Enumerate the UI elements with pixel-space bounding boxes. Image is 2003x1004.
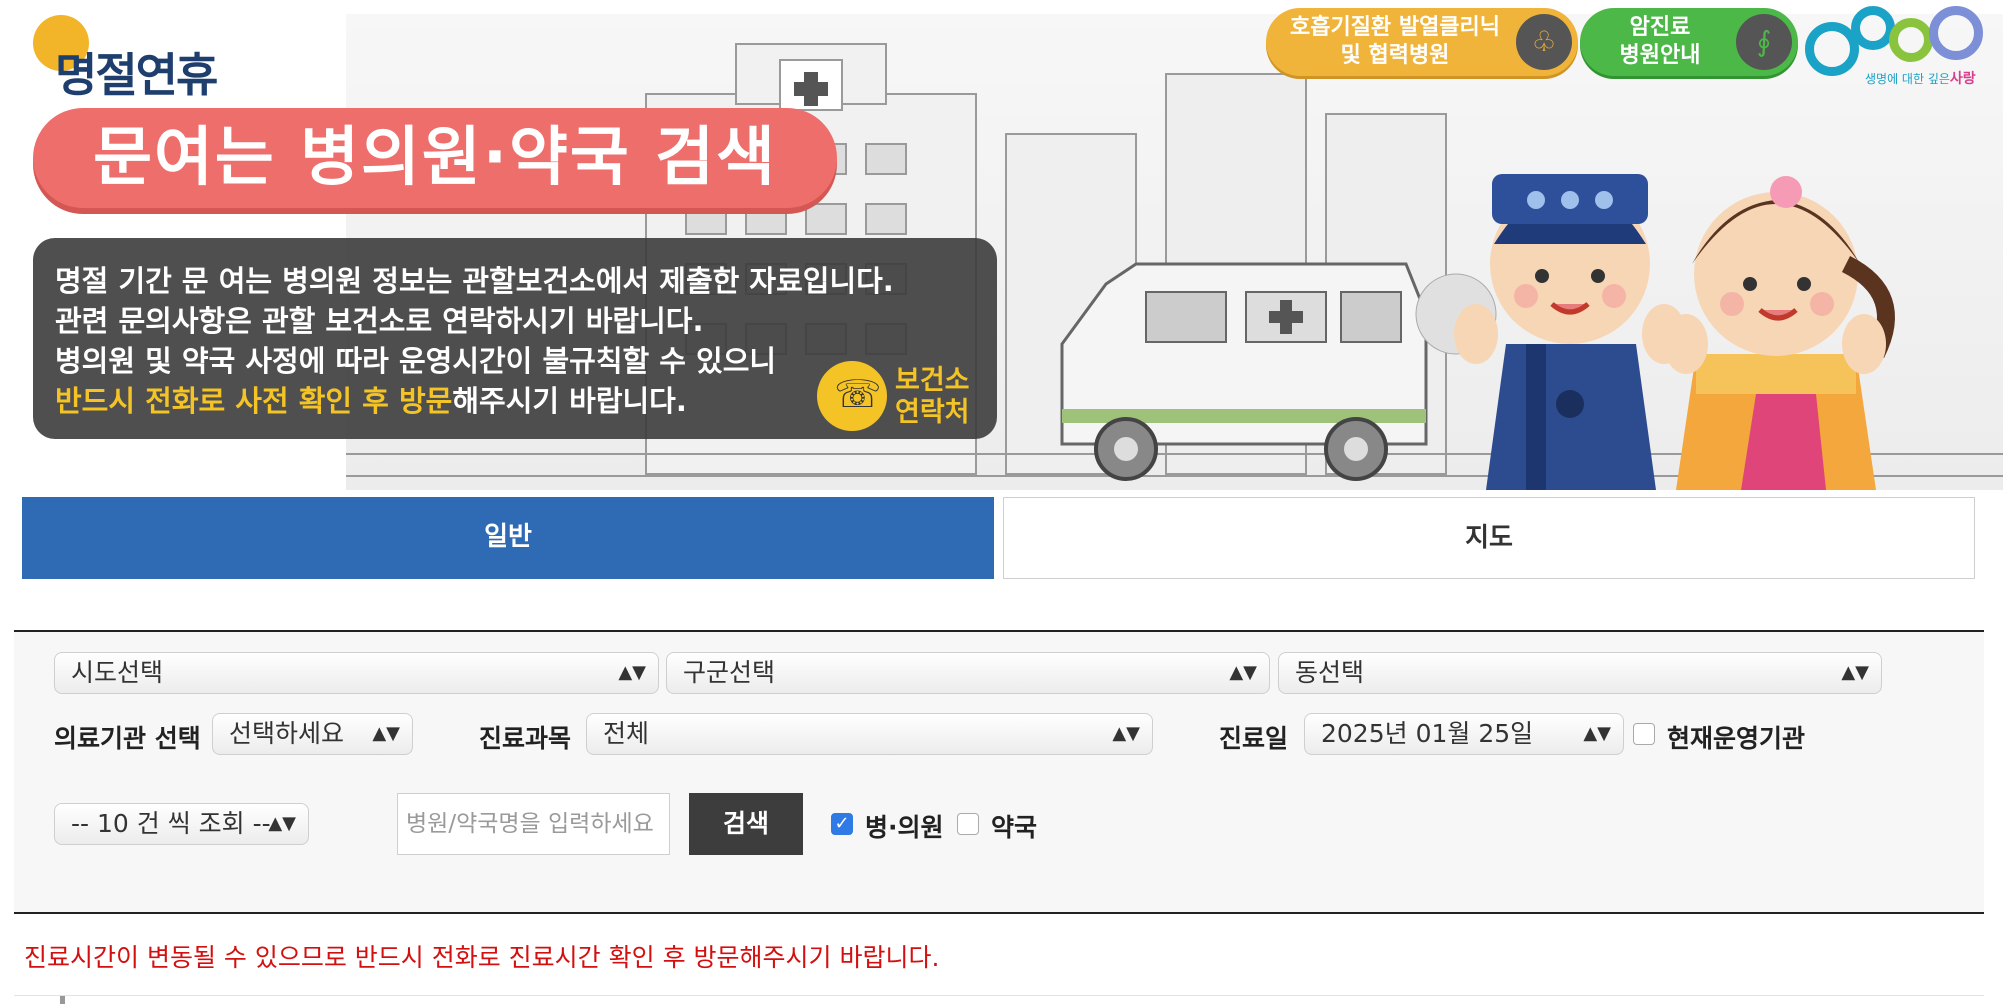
- dong-select[interactable]: 동선택 ▲▼: [1278, 652, 1882, 694]
- hospital-checkbox[interactable]: ✓: [831, 813, 853, 835]
- select-arrow-icon: ▲▼: [372, 723, 400, 744]
- department-label: 진료과목: [479, 724, 572, 753]
- pharmacy-checkbox-label: 약국: [991, 813, 1038, 842]
- egen-logo[interactable]: 생명에 대한 깊은사랑: [1805, 4, 1995, 88]
- notice-line-4-rest: 해주시기 바랍니다.: [452, 384, 687, 418]
- open-now-label: 현재운영기관: [1667, 724, 1806, 753]
- cancer-hospital-button[interactable]: 암진료 병원안내 ∮: [1580, 8, 1798, 76]
- brand-logo[interactable]: 명절연휴: [33, 15, 243, 102]
- lungs-icon: ♧: [1516, 14, 1572, 70]
- select-arrow-icon: ▲▼: [618, 662, 646, 683]
- header-banner: 명절연휴 문여는 병의원·약국 검색 명절 기간 문 여는 병의원 정보는 관할…: [0, 0, 2003, 493]
- select-arrow-icon: ▲▼: [1229, 662, 1257, 683]
- hours-warning: 진료시간이 변동될 수 있으므로 반드시 전화로 진료시간 확인 후 방문해주시…: [24, 943, 940, 972]
- notice-line-4: 반드시 전화로 사전 확인 후 방문해주시기 바랍니다.: [55, 378, 687, 420]
- gugun-select[interactable]: 구군선택 ▲▼: [666, 652, 1270, 694]
- stethoscope-icon: ∮: [1736, 14, 1792, 70]
- brand-name: 명절연휴: [55, 48, 218, 102]
- search-button[interactable]: 검색: [689, 793, 803, 855]
- egen-slogan: 생명에 대한 깊은사랑: [1865, 71, 1976, 87]
- egen-logo-n: [1929, 6, 1983, 60]
- notice-line-1: 명절 기간 문 여는 병의원 정보는 관할보건소에서 제출한 자료입니다.: [55, 264, 894, 298]
- date-label: 진료일: [1219, 724, 1289, 753]
- notice-line-2: 관련 문의사항은 관할 보건소로 연락하시기 바랍니다.: [55, 304, 704, 338]
- respiratory-clinic-button[interactable]: 호흡기질환 발열클리닉 및 협력병원 ♧: [1266, 8, 1578, 76]
- open-now-checkbox[interactable]: [1633, 723, 1655, 745]
- page-size-select[interactable]: -- 10 건 씩 조회 -- ▲▼: [54, 803, 309, 845]
- phone-icon: ☏: [817, 361, 887, 431]
- name-search-input[interactable]: 병원/약국명을 입력하세요: [397, 793, 670, 855]
- notice-line-3: 병의원 및 약국 사정에 따라 운영시간이 불규칙할 수 있으니: [55, 344, 777, 378]
- institution-label: 의료기관 선택: [54, 724, 201, 753]
- select-arrow-icon: ▲▼: [1841, 662, 1869, 683]
- select-arrow-icon: ▲▼: [1112, 723, 1140, 744]
- notice-highlight: 반드시 전화로 사전 확인 후 방문: [55, 384, 453, 418]
- pharmacy-checkbox[interactable]: [957, 813, 979, 835]
- cancer-hospital-label: 암진료 병원안내: [1619, 15, 1701, 68]
- hospital-checkbox-label: 병·의원: [865, 813, 944, 842]
- notice-box: 명절 기간 문 여는 병의원 정보는 관할보건소에서 제출한 자료입니다. 관련…: [33, 238, 997, 439]
- egen-logo-g2: [1889, 18, 1933, 62]
- select-arrow-icon: ▲▼: [268, 813, 296, 834]
- health-center-contact-button[interactable]: ☏ 보건소 연락처: [817, 361, 1007, 431]
- date-select[interactable]: 2025년 01월 25일 ▲▼: [1304, 713, 1624, 755]
- results-start-marker: [60, 996, 65, 1004]
- institution-select[interactable]: 선택하세요 ▲▼: [212, 713, 413, 755]
- health-center-contact-label: 보건소 연락처: [895, 365, 970, 428]
- sido-select[interactable]: 시도선택 ▲▼: [54, 652, 659, 694]
- page-title: 문여는 병의원·약국 검색: [33, 108, 837, 208]
- divider: [14, 995, 1984, 996]
- department-select[interactable]: 전체 ▲▼: [586, 713, 1153, 755]
- tab-map[interactable]: 지도: [1003, 497, 1975, 579]
- respiratory-clinic-label: 호흡기질환 발열클리닉 및 협력병원: [1289, 15, 1501, 68]
- select-arrow-icon: ▲▼: [1583, 723, 1611, 744]
- tab-general[interactable]: 일반: [22, 497, 994, 579]
